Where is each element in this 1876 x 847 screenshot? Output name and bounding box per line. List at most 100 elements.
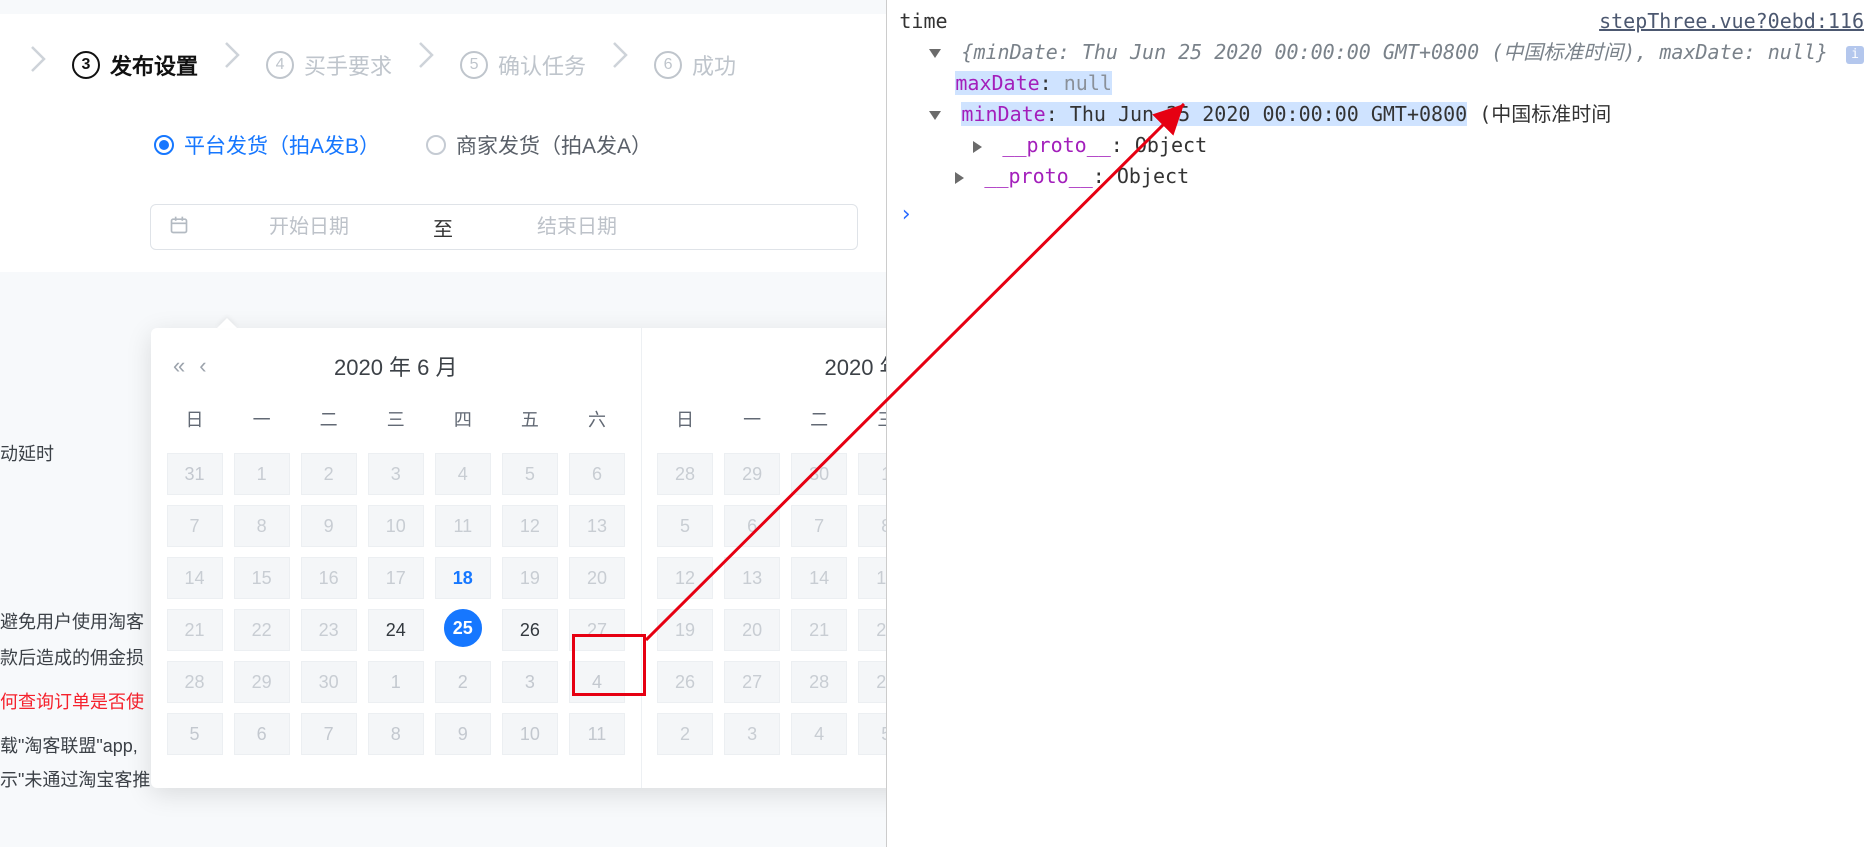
- calendar-day[interactable]: 26: [502, 609, 558, 651]
- console-source-link[interactable]: stepThree.vue?0ebd:116: [1599, 6, 1864, 37]
- calendar-day[interactable]: 1: [234, 453, 290, 495]
- calendar-day[interactable]: 22: [858, 609, 886, 651]
- console-object-summary: {minDate: Thu Jun 25 2020 00:00:00 GMT+0…: [961, 40, 1828, 64]
- calendar-day[interactable]: 4: [435, 453, 491, 495]
- step-number-icon: 6: [654, 51, 682, 79]
- calendar-day[interactable]: 7: [167, 505, 223, 547]
- calendar-day[interactable]: 29: [234, 661, 290, 703]
- calendar-day[interactable]: 17: [368, 557, 424, 599]
- calendar-day[interactable]: 5: [657, 505, 713, 547]
- step-item[interactable]: 4买手要求: [256, 49, 402, 81]
- calendar-day[interactable]: 14: [791, 557, 847, 599]
- calendar-day[interactable]: 13: [569, 505, 625, 547]
- calendar-day[interactable]: 27: [569, 609, 625, 651]
- calendar-day[interactable]: 8: [368, 713, 424, 755]
- expand-down-icon[interactable]: [929, 111, 941, 120]
- calendar-day[interactable]: 13: [724, 557, 780, 599]
- calendar-day[interactable]: 30: [301, 661, 357, 703]
- calendar-day[interactable]: 21: [167, 609, 223, 651]
- calendar-day[interactable]: 21: [791, 609, 847, 651]
- calendar-day[interactable]: 27: [724, 661, 780, 703]
- calendar-day[interactable]: 24: [368, 609, 424, 651]
- date-range-input[interactable]: 至: [150, 204, 858, 250]
- console-key-proto[interactable]: __proto__: [984, 164, 1092, 188]
- calendar-day-today[interactable]: 18: [435, 557, 491, 599]
- step-item[interactable]: 3发布设置: [62, 49, 208, 81]
- calendar-day[interactable]: 28: [791, 661, 847, 703]
- calendar-day[interactable]: 5: [502, 453, 558, 495]
- step-number-icon: 5: [460, 51, 488, 79]
- calendar-day[interactable]: 19: [502, 557, 558, 599]
- calendar-day[interactable]: 15: [858, 557, 886, 599]
- console-key-maxdate[interactable]: maxDate: [955, 71, 1039, 95]
- calendar-day[interactable]: 20: [569, 557, 625, 599]
- calendar-day[interactable]: 4: [569, 661, 625, 703]
- calendar-day[interactable]: 2: [435, 661, 491, 703]
- calendar-day-selected[interactable]: 25: [444, 609, 482, 647]
- calendar-day[interactable]: 29: [858, 661, 886, 703]
- calendar-day[interactable]: 5: [167, 713, 223, 755]
- calendar-day[interactable]: 7: [791, 505, 847, 547]
- calendar-day[interactable]: 14: [167, 557, 223, 599]
- calendar-day[interactable]: 10: [368, 505, 424, 547]
- side-text-link[interactable]: 何查询订单是否使: [0, 688, 144, 714]
- calendar-day[interactable]: 28: [657, 453, 713, 495]
- console-key-mindate[interactable]: minDate: [961, 102, 1045, 126]
- calendar-day[interactable]: 1: [858, 453, 886, 495]
- shipping-option[interactable]: 平台发货（拍A发B）: [154, 130, 380, 160]
- shipping-option[interactable]: 商家发货（拍A发A）: [426, 130, 652, 160]
- day-of-week-header: 四: [429, 400, 496, 438]
- calendar-day[interactable]: 8: [858, 505, 886, 547]
- step-item[interactable]: 6成功: [644, 49, 746, 81]
- calendar-day[interactable]: 22: [234, 609, 290, 651]
- calendar-day[interactable]: 9: [435, 713, 491, 755]
- expand-right-icon[interactable]: [973, 141, 982, 153]
- calendar-day[interactable]: 6: [569, 453, 625, 495]
- calendar-day[interactable]: 2: [301, 453, 357, 495]
- calendar-day[interactable]: 31: [167, 453, 223, 495]
- step-item[interactable]: 5确认任务: [450, 49, 596, 81]
- info-badge-icon[interactable]: i: [1846, 46, 1864, 64]
- prev-year-icon[interactable]: «: [173, 353, 185, 379]
- step-label: 买手要求: [304, 49, 392, 81]
- steps-bar: 3发布设置 4买手要求 5确认任务 6成功: [0, 14, 886, 108]
- calendar-day[interactable]: 9: [301, 505, 357, 547]
- calendar-day[interactable]: 11: [435, 505, 491, 547]
- calendar-day[interactable]: 10: [502, 713, 558, 755]
- calendar-day[interactable]: 23: [301, 609, 357, 651]
- start-date-field[interactable]: [209, 216, 409, 239]
- calendar-day[interactable]: 4: [791, 713, 847, 755]
- calendar-day[interactable]: 12: [502, 505, 558, 547]
- side-text: 载"淘客联盟"app,: [0, 732, 138, 758]
- calendar-day[interactable]: 3: [368, 453, 424, 495]
- calendar-day[interactable]: 8: [234, 505, 290, 547]
- prev-month-icon[interactable]: ‹: [199, 353, 206, 379]
- day-of-week-header: 二: [295, 400, 362, 438]
- calendar-day[interactable]: 6: [234, 713, 290, 755]
- calendar-day[interactable]: 28: [167, 661, 223, 703]
- calendar-day[interactable]: 2: [657, 713, 713, 755]
- console-prompt-icon[interactable]: ›: [899, 192, 1864, 227]
- console-key-proto[interactable]: __proto__: [1002, 133, 1110, 157]
- calendar-day[interactable]: 3: [724, 713, 780, 755]
- calendar-day[interactable]: 6: [724, 505, 780, 547]
- calendar-day[interactable]: 16: [301, 557, 357, 599]
- calendar-day[interactable]: 20: [724, 609, 780, 651]
- calendar-day[interactable]: 1: [368, 661, 424, 703]
- calendar-day[interactable]: 30: [791, 453, 847, 495]
- expand-right-icon[interactable]: [955, 172, 964, 184]
- expand-down-icon[interactable]: [929, 49, 941, 58]
- console-value-mindate-tail: (中国标准时间: [1467, 102, 1611, 126]
- calendar-day[interactable]: 12: [657, 557, 713, 599]
- calendar-day[interactable]: 19: [657, 609, 713, 651]
- calendar-day[interactable]: 29: [724, 453, 780, 495]
- calendar-day[interactable]: 5: [858, 713, 886, 755]
- side-text: 避免用户使用淘客: [0, 608, 144, 634]
- calendar-day[interactable]: 7: [301, 713, 357, 755]
- calendar-day[interactable]: 26: [657, 661, 713, 703]
- step-number-icon: 3: [72, 51, 100, 79]
- end-date-field[interactable]: [477, 216, 677, 239]
- calendar-day[interactable]: 11: [569, 713, 625, 755]
- calendar-day[interactable]: 15: [234, 557, 290, 599]
- calendar-day[interactable]: 3: [502, 661, 558, 703]
